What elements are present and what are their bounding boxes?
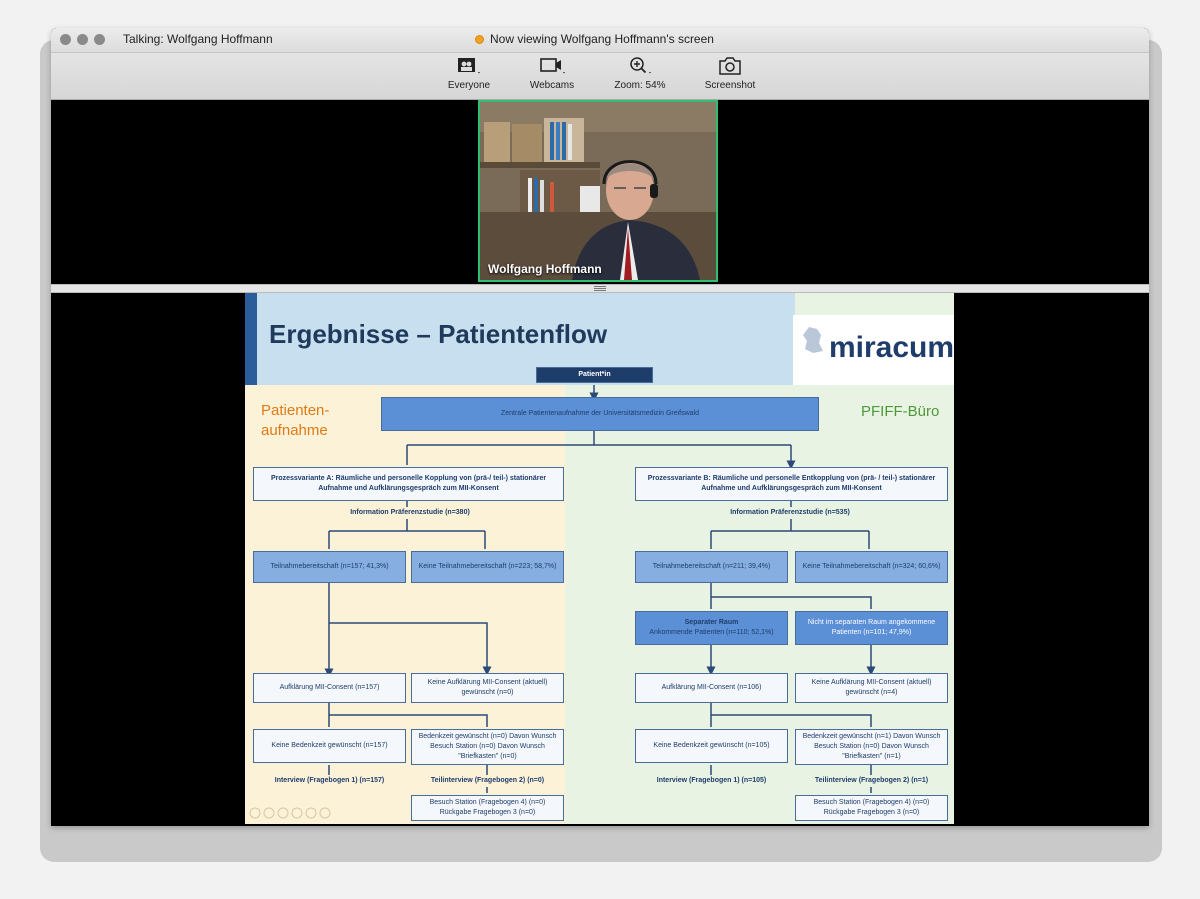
central-admission-box: Zentrale Patientenaufnahme der Universit… [381,397,819,431]
talking-indicator: Talking: Wolfgang Hoffmann [123,32,273,46]
drag-handle-icon [594,286,606,291]
webcam-icon [540,58,565,74]
shared-screen[interactable]: Ergebnisse – Patientenflow miracum Patie… [51,293,1149,826]
toolbar: Everyone Webcams Zoom: 54% Screenshot [51,53,1149,100]
webcams-button[interactable]: Webcams [512,56,592,91]
participant-name: Wolfgang Hoffmann [488,262,602,276]
resize-handle[interactable] [51,284,1149,293]
a-consent-box: Aufklärung MII-Consent (n=157) [253,673,406,703]
close-window-button[interactable] [60,34,71,45]
viewing-status: Now viewing Wolfgang Hoffmann's screen [475,32,714,46]
webcam-tile[interactable]: Wolfgang Hoffmann [478,100,718,282]
a-reflection-box: Bedenkzeit gewünscht (n=0) Davon Wunsch … [411,729,564,765]
zoom-in-icon [630,57,651,74]
variant-b-box: Prozessvariante B: Räumliche und persone… [635,467,948,501]
b-reflection-box: Bedenkzeit gewünscht (n=1) Davon Wunsch … [795,729,948,765]
b-partial-interview-label: Teilinterview (Fragebogen 2) (n=1) [814,777,929,784]
a-no-consent-box: Keine Aufklärung MII-Consent (aktuell) g… [411,673,564,703]
b-visit-box: Besuch Station (Fragebogen 4) (n=0) Rück… [795,795,948,821]
status-dot-icon [475,35,484,44]
zoom-window-button[interactable] [94,34,105,45]
camera-icon [719,57,741,75]
not-separate-room-box: Nicht im separaten Raum angekommene Pati… [795,611,948,645]
a-no-reflection-box: Keine Bedenkzeit gewünscht (n=157) [253,729,406,763]
separate-room-box: Separater Raum Ankommende Patienten (n=11… [635,611,788,645]
info-b-label: Information Präferenzstudie (n=535) [730,509,850,516]
a-partial-interview-label: Teilinterview (Fragebogen 2) (n=0) [430,777,545,784]
webcam-area: Wolfgang Hoffmann [51,100,1149,284]
patient-box: Patient*in [536,367,653,383]
app-window: Talking: Wolfgang Hoffmann Now viewing W… [51,28,1149,826]
everyone-icon [458,58,480,74]
b-consent-box: Aufklärung MII-Consent (n=106) [635,673,788,703]
title-bar: Talking: Wolfgang Hoffmann Now viewing W… [51,28,1149,53]
a-participation-box: Teilnahmebereitschaft (n=157; 41,3%) [253,551,406,583]
webcam-video [480,102,716,280]
everyone-button[interactable]: Everyone [429,56,509,91]
zoom-button[interactable]: Zoom: 54% [600,56,680,91]
b-no-consent-box: Keine Aufklärung MII-Consent (aktuell) g… [795,673,948,703]
screenshot-button[interactable]: Screenshot [690,56,770,91]
minimize-window-button[interactable] [77,34,88,45]
presentation-slide: Ergebnisse – Patientenflow miracum Patie… [245,293,954,824]
b-no-participation-box: Keine Teilnahmebereitschaft (n=324; 60,6… [795,551,948,583]
presenter-control-icons [249,807,331,819]
a-visit-box: Besuch Station (Fragebogen 4) (n=0) Rück… [411,795,564,821]
variant-a-box: Prozessvariante A: Räumliche und persone… [253,467,564,501]
a-interview-label: Interview (Fragebogen 1) (n=157) [274,777,385,784]
b-participation-box: Teilnahmebereitschaft (n=211; 39,4%) [635,551,788,583]
b-interview-label: Interview (Fragebogen 1) (n=105) [656,777,767,784]
b-no-reflection-box: Keine Bedenkzeit gewünscht (n=105) [635,729,788,763]
info-a-label: Information Präferenzstudie (n=380) [350,509,470,516]
a-no-participation-box: Keine Teilnahmebereitschaft (n=223; 58,7… [411,551,564,583]
presenter-controls[interactable] [249,807,349,821]
